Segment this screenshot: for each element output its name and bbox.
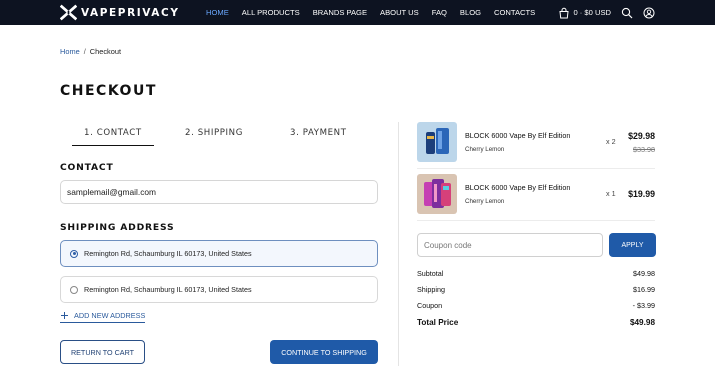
cart-summary: 0 · $0 USD	[573, 8, 611, 17]
header-actions: 0 · $0 USD	[558, 0, 655, 25]
step-payment[interactable]: 3. PAYMENT	[290, 128, 347, 138]
email-field[interactable]: samplemail@gmail.com	[60, 180, 378, 204]
brand-name: VAPEPRIVACY	[81, 6, 180, 19]
shipping-row: Shipping $16.99	[417, 285, 655, 294]
subtotal-value: $49.98	[633, 269, 655, 278]
item-divider	[417, 168, 655, 169]
step-shipping[interactable]: 2. SHIPPING	[185, 128, 243, 138]
plus-icon	[61, 312, 68, 319]
address-option-2[interactable]: Remington Rd, Schaumburg IL 60173, Unite…	[60, 276, 378, 303]
nav-brands-page[interactable]: BRANDS PAGE	[313, 8, 367, 17]
nav-home[interactable]: HOME	[206, 8, 229, 17]
shipping-section-title: SHIPPING ADDRESS	[60, 222, 175, 233]
breadcrumb: Home / Checkout	[60, 47, 121, 56]
order-item: BLOCK 6000 Vape By Elf Edition Cherry Le…	[417, 122, 655, 162]
nav-blog[interactable]: BLOG	[460, 8, 481, 17]
item-variant: Cherry Lemon	[465, 146, 505, 153]
breadcrumb-home[interactable]: Home	[60, 47, 80, 56]
nav-all-products[interactable]: ALL PRODUCTS	[242, 8, 300, 17]
radio-selected[interactable]	[70, 249, 78, 258]
coupon-label: Coupon	[417, 301, 443, 310]
shipping-label: Shipping	[417, 285, 445, 294]
add-new-address-label: ADD NEW ADDRESS	[74, 311, 146, 320]
item-old-price: $33.98	[633, 145, 655, 154]
continue-to-shipping-button[interactable]: CONTINUE TO SHIPPING	[270, 340, 378, 364]
radio-unselected[interactable]	[70, 285, 78, 294]
shipping-value: $16.99	[633, 285, 655, 294]
address-text: Remington Rd, Schaumburg IL 60173, Unite…	[84, 285, 252, 294]
item-price: $29.98	[628, 131, 655, 141]
brand-logo[interactable]: VAPEPRIVACY	[60, 4, 180, 21]
subtotal-label: Subtotal	[417, 269, 444, 278]
coupon-code-input[interactable]: Coupon code	[417, 233, 603, 257]
page-title: CHECKOUT	[60, 83, 157, 99]
item-divider	[417, 220, 655, 221]
coupon-row: Coupon - $3.99	[417, 301, 655, 310]
main-nav: HOME ALL PRODUCTS BRANDS PAGE ABOUT US F…	[206, 0, 548, 25]
return-to-cart-button[interactable]: RETURN TO CART	[60, 340, 145, 364]
nav-contacts[interactable]: CONTACTS	[494, 8, 535, 17]
bag-icon	[559, 7, 569, 18]
total-value: $49.98	[629, 318, 655, 327]
nav-faq[interactable]: FAQ	[432, 8, 447, 17]
column-divider	[398, 122, 399, 366]
product-thumbnail	[417, 122, 457, 162]
product-thumbnail	[417, 174, 457, 214]
breadcrumb-separator: /	[83, 47, 86, 56]
item-name: BLOCK 6000 Vape By Elf Edition	[465, 131, 571, 140]
total-label: Total Price	[417, 318, 459, 327]
item-quantity: x 1	[606, 189, 616, 198]
nav-about-us[interactable]: ABOUT US	[380, 8, 419, 17]
apply-coupon-button[interactable]: APPLY	[609, 233, 656, 257]
breadcrumb-current: Checkout	[89, 47, 122, 56]
item-quantity: x 2	[606, 137, 616, 146]
cart-button[interactable]: 0 · $0 USD	[558, 7, 611, 19]
step-contact[interactable]: 1. CONTACT	[84, 128, 142, 138]
account-icon[interactable]	[643, 7, 655, 19]
item-price: $19.99	[628, 189, 655, 199]
item-name: BLOCK 6000 Vape By Elf Edition	[465, 183, 571, 192]
add-new-address-link[interactable]: ADD NEW ADDRESS	[60, 311, 146, 323]
total-row: Total Price $49.98	[417, 318, 655, 327]
address-option-1[interactable]: Remington Rd, Schaumburg IL 60173, Unite…	[60, 240, 378, 267]
active-step-underline	[72, 145, 154, 146]
coupon-value: - $3.99	[632, 301, 655, 310]
contact-section-title: CONTACT	[60, 162, 114, 173]
search-icon[interactable]	[621, 7, 633, 19]
address-text: Remington Rd, Schaumburg IL 60173, Unite…	[84, 249, 252, 258]
top-header: VAPEPRIVACY HOME ALL PRODUCTS BRANDS PAG…	[0, 0, 715, 25]
logo-mark-icon	[60, 4, 77, 21]
checkout-steps: 1. CONTACT 2. SHIPPING 3. PAYMENT	[60, 122, 380, 146]
item-variant: Cherry Lemon	[465, 198, 505, 205]
subtotal-row: Subtotal $49.98	[417, 269, 655, 278]
order-item: BLOCK 6000 Vape By Elf Edition Cherry Le…	[417, 174, 655, 214]
